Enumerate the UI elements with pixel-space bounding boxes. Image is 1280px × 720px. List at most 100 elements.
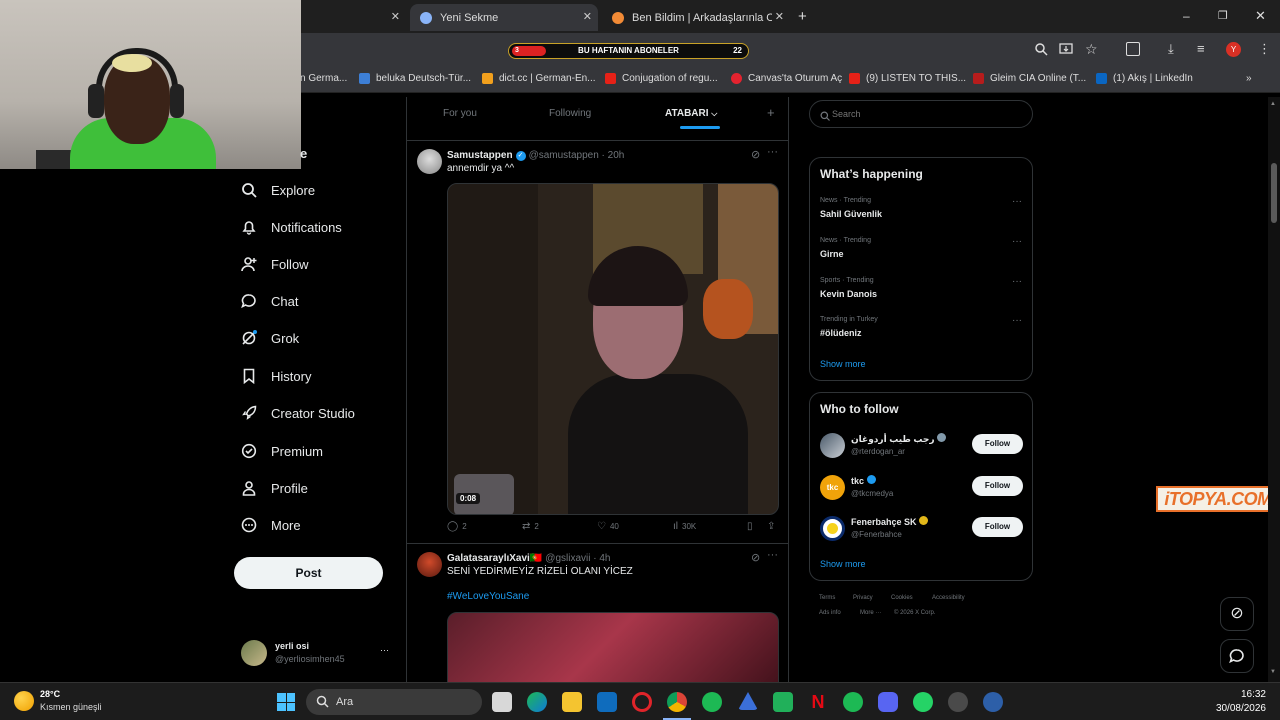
grok-icon[interactable]: ⊘	[751, 551, 760, 564]
close-window-button[interactable]: ✕	[1255, 8, 1266, 24]
bookmark-item[interactable]: beluka Deutsch-Tür...	[359, 73, 471, 84]
install-app-icon[interactable]	[1059, 42, 1073, 56]
scrollbar-thumb[interactable]	[1271, 163, 1277, 223]
bookmark-item[interactable]: n Germa...	[300, 73, 347, 84]
tweet[interactable]: GalatasaraylıXavi🇵🇹 @gslixavii · 4h ⊘ ··…	[407, 544, 788, 682]
extensions-icon[interactable]	[1126, 42, 1140, 56]
sidebar-item-profile[interactable]: Profile	[240, 475, 308, 501]
messages-floating-button[interactable]	[1220, 639, 1254, 673]
file-explorer-icon[interactable]	[562, 692, 582, 712]
author-handle[interactable]: @samustappen · 20h	[529, 150, 625, 161]
clock-date[interactable]: 30/08/2026	[1210, 703, 1266, 714]
bookmark-star-icon[interactable]: ☆	[1085, 41, 1098, 58]
sidebar-item-premium[interactable]: Premium	[240, 438, 323, 464]
maximize-button[interactable]: ❐	[1218, 9, 1228, 22]
profile-avatar[interactable]: Y	[1226, 42, 1241, 57]
trend-item[interactable]: Sports · Trending Kevin Danois ···	[810, 276, 1032, 310]
follow-button[interactable]: Follow	[972, 434, 1023, 454]
grok-floating-button[interactable]: ⊘	[1220, 597, 1254, 631]
trend-item[interactable]: News · Trending Girne ···	[810, 236, 1032, 270]
trend-item[interactable]: Trending in Turkey #ölüdeniz ···	[810, 315, 1032, 349]
show-more-link[interactable]: Show more	[820, 359, 866, 369]
sidebar-item-follow[interactable]: Follow	[240, 251, 309, 277]
bookmark-item[interactable]: (1) Akış | LinkedIn	[1096, 73, 1193, 84]
follow-suggestion[interactable]: رجب طيب أردوغان @rterdogan_ar Follow	[810, 431, 1032, 461]
green-app-icon[interactable]	[773, 692, 793, 712]
reply-button[interactable]: ◯ 2	[447, 521, 467, 532]
tab-yeni-sekme[interactable]: Yeni Sekme ✕	[410, 4, 598, 31]
discord-icon[interactable]	[878, 692, 898, 712]
windows-start-icon[interactable]	[277, 693, 295, 711]
show-more-link[interactable]: Show more	[820, 559, 866, 569]
weather-desc[interactable]: Kısmen güneşli	[40, 702, 102, 712]
tab-close-icon[interactable]: ✕	[583, 10, 592, 23]
sidebar-item-explore[interactable]: Explore	[240, 177, 315, 203]
chrome-icon[interactable]	[667, 692, 687, 712]
footer-link[interactable]: Ads info	[819, 610, 841, 616]
trend-item[interactable]: News · Trending Sahil Güvenlik ···	[810, 196, 1032, 230]
outlook-icon[interactable]	[597, 692, 617, 712]
spotify-icon[interactable]	[702, 692, 722, 712]
sidebar-item-notifications[interactable]: Notifications	[240, 214, 342, 240]
trend-more-icon[interactable]: ···	[1012, 276, 1022, 287]
more-options-icon[interactable]: ···	[767, 549, 778, 561]
footer-link[interactable]: Privacy	[853, 595, 873, 601]
downloads-icon[interactable]: ⤓	[1168, 41, 1174, 57]
follow-button[interactable]: Follow	[972, 517, 1023, 537]
bookmark-icon[interactable]: ▯	[747, 521, 753, 532]
follow-suggestion[interactable]: Fenerbahçe SK @Fenerbahce Follow	[810, 514, 1032, 544]
sidebar-item-creator-studio[interactable]: Creator Studio	[240, 400, 355, 426]
add-tab-button[interactable]: +	[767, 105, 775, 120]
more-options-icon[interactable]: ···	[767, 146, 778, 158]
author-handle[interactable]: @gslixavii · 4h	[545, 553, 610, 564]
follow-suggestion[interactable]: tkc tkc @tkcmedya Follow	[810, 473, 1032, 503]
bookmark-item[interactable]: dict.cc | German-En...	[482, 73, 596, 84]
task-view-icon[interactable]	[492, 692, 512, 712]
tab-partial[interactable]: ✕	[300, 4, 406, 31]
taskbar-search[interactable]: Ara	[306, 689, 482, 715]
post-button[interactable]: Post	[234, 557, 383, 589]
weather-temp[interactable]: 28°C	[40, 689, 60, 699]
repost-button[interactable]: ⇄ 2	[522, 521, 539, 532]
views-button[interactable]: ıl 30K	[673, 521, 696, 532]
footer-link[interactable]: Accessibility	[932, 595, 965, 601]
tab-ben-bildim[interactable]: Ben Bildim | Arkadaşlarınla Onli ✕	[602, 4, 790, 31]
avatar[interactable]	[417, 149, 442, 174]
whatsapp-icon[interactable]	[913, 692, 933, 712]
app-icon[interactable]	[948, 692, 968, 712]
sidebar-item-history[interactable]: History	[240, 363, 311, 389]
bookmark-item[interactable]: Canvas'ta Oturum Aç	[731, 73, 842, 84]
follow-button[interactable]: Follow	[972, 476, 1023, 496]
author-name[interactable]: Samustappen	[447, 150, 513, 161]
tab-for-you[interactable]: For you	[443, 108, 477, 119]
scroll-up-icon[interactable]: ▲	[1270, 101, 1276, 107]
media-control-icon[interactable]: ≡	[1197, 41, 1205, 56]
account-more-icon[interactable]: ···	[380, 645, 389, 655]
clock-time[interactable]: 16:32	[1230, 689, 1266, 700]
scroll-down-icon[interactable]: ▼	[1270, 669, 1276, 675]
footer-link[interactable]: Terms	[819, 595, 835, 601]
app-icon[interactable]	[983, 692, 1003, 712]
search-input[interactable]	[832, 107, 1022, 121]
triangle-app-icon[interactable]	[738, 692, 758, 710]
tweet-video[interactable]: 0:08	[447, 183, 779, 515]
share-icon[interactable]: ⇪	[767, 521, 775, 532]
like-button[interactable]: ♡ 40	[597, 521, 619, 532]
grok-icon[interactable]: ⊘	[751, 148, 760, 161]
bookmark-item[interactable]: Gleim CIA Online (T...	[973, 73, 1086, 84]
sidebar-item-chat[interactable]: Chat	[240, 288, 298, 314]
author-name[interactable]: GalatasaraylıXavi🇵🇹	[447, 553, 542, 564]
tweet[interactable]: Samustappen ✓ @samustappen · 20h ⊘ ··· a…	[407, 141, 788, 543]
footer-link[interactable]: More ···	[860, 610, 881, 616]
bookmarks-overflow-icon[interactable]: »	[1246, 73, 1252, 84]
trend-more-icon[interactable]: ···	[1012, 315, 1022, 326]
hashtag-link[interactable]: #WeLoveYouSane	[447, 591, 529, 602]
netflix-icon[interactable]: N	[808, 692, 828, 712]
tab-close-icon[interactable]: ✕	[775, 10, 784, 23]
edge-icon[interactable]	[527, 692, 547, 712]
trend-more-icon[interactable]: ···	[1012, 236, 1022, 247]
spotify-icon[interactable]	[843, 692, 863, 712]
bookmark-item[interactable]: Conjugation of regu...	[605, 73, 718, 84]
new-tab-button[interactable]: +	[798, 8, 807, 25]
search-box[interactable]	[809, 100, 1033, 128]
